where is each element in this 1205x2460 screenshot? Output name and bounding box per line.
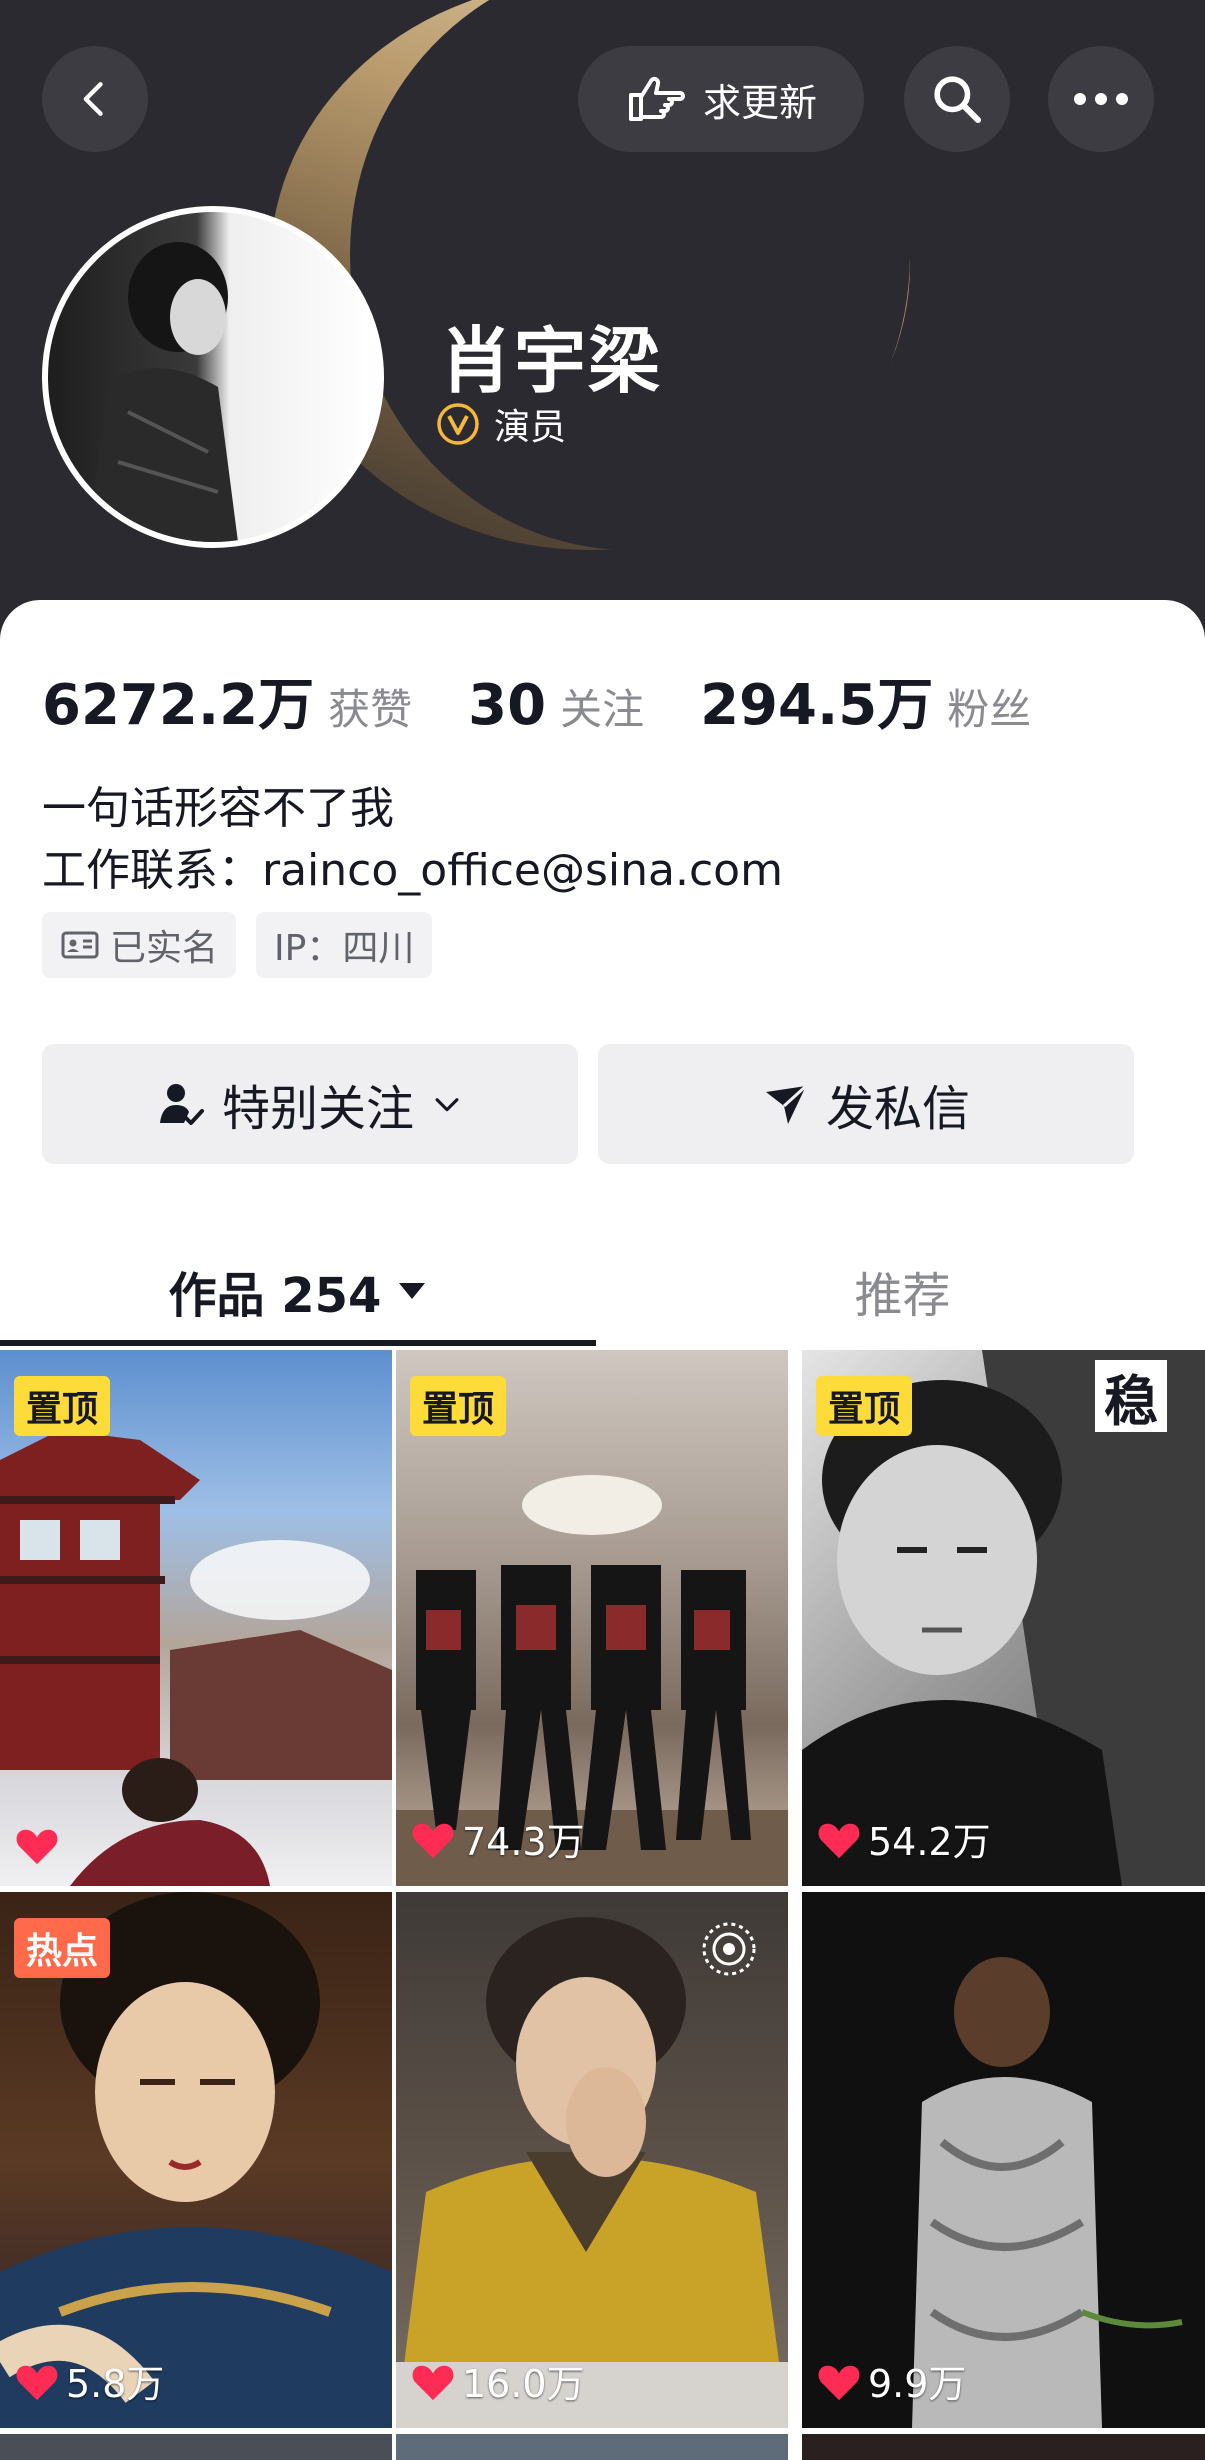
bio-line-1: 一句话形容不了我 (42, 783, 394, 834)
heart-icon (16, 2365, 58, 2400)
heart-icon (818, 1823, 860, 1858)
search-button[interactable] (904, 46, 1010, 152)
send-message-label: 发私信 (825, 1081, 970, 1137)
video-tile[interactable] (802, 2434, 1205, 2460)
verification-label: 演员 (494, 407, 567, 448)
ip-tag: IP：四川 (256, 912, 433, 978)
like-count-value: 5.8万 (66, 2362, 165, 2406)
request-update-button[interactable]: 求更新 (578, 46, 864, 152)
video-thumbnail (912, 1957, 1183, 2428)
avatar-figure (88, 242, 238, 542)
like-count-value: 16.0万 (462, 2362, 585, 2406)
avatar[interactable] (42, 206, 384, 548)
video-tile[interactable] (0, 2434, 392, 2460)
video-tile[interactable]: 置顶 稳 54.2万 (802, 1350, 1205, 1886)
pinned-badge: 置顶 (410, 1376, 507, 1436)
like-count: 9.9万 (816, 2353, 966, 2408)
id-card-icon (61, 931, 99, 959)
ip-label: IP：四川 (274, 928, 415, 969)
heart-icon (412, 1823, 454, 1858)
like-count-value: 74.3万 (462, 1820, 585, 1864)
followers-label[interactable]: 粉丝 (947, 676, 1031, 737)
video-tile[interactable]: 置顶 (0, 1350, 392, 1886)
heart-icon (16, 1829, 58, 1865)
trending-badge: 热点 (14, 1918, 111, 1978)
video-tile[interactable]: 9.9万 (802, 1892, 1205, 2428)
verified-v-icon (437, 403, 479, 445)
tab-recommend[interactable]: 推荐 (600, 1232, 1205, 1350)
video-tile[interactable]: 置顶 74.3万 (396, 1350, 788, 1886)
likes-count: 6272.2万 (42, 673, 315, 738)
verification-badge: 演员 (436, 398, 566, 450)
video-tile[interactable]: 16.0万 (396, 1892, 788, 2428)
like-count-value: 54.2万 (868, 1820, 991, 1864)
send-message-button[interactable]: 发私信 (598, 1044, 1134, 1164)
profile-name: 肖宇梁 (440, 319, 663, 403)
caret-down-icon (399, 1283, 426, 1299)
back-button[interactable] (42, 46, 148, 152)
stable-corner-mark: 稳 (1095, 1360, 1167, 1433)
content-tabs: 作品 254 推荐 (0, 1232, 1205, 1350)
following-count[interactable]: 30 (468, 673, 546, 738)
chevron-left-icon (83, 82, 103, 116)
profile-page: 求更新 肖宇梁 演员 6272.2万 获赞 30 关注 294.5万 粉丝 一句… (0, 0, 1205, 2460)
like-count: 5.8万 (14, 2353, 164, 2408)
request-update-label: 求更新 (702, 80, 817, 125)
heart-icon (818, 2365, 860, 2400)
video-tile[interactable] (396, 2434, 788, 2460)
pointing-hand-icon (628, 76, 685, 121)
pinned-badge: 置顶 (816, 1376, 913, 1436)
stats-row: 6272.2万 获赞 30 关注 294.5万 粉丝 (42, 660, 1087, 741)
like-count: 54.2万 (816, 1811, 991, 1866)
chevron-down-icon (435, 1098, 459, 1112)
paper-plane-icon (765, 1084, 807, 1124)
live-broadcast-icon (702, 1922, 756, 1976)
more-horizontal-icon (1074, 93, 1128, 105)
active-tab-indicator (0, 1340, 596, 1346)
search-icon (934, 76, 982, 124)
tab-recommend-label: 推荐 (854, 1268, 951, 1324)
like-count (14, 1824, 66, 1866)
following-label[interactable]: 关注 (560, 676, 644, 737)
bio: 一句话形容不了我 工作联系：rainco_office@sina.com (42, 778, 783, 902)
more-button[interactable] (1048, 46, 1154, 152)
heart-icon (412, 2365, 454, 2400)
special-follow-button[interactable]: 特别关注 (42, 1044, 578, 1164)
like-count: 16.0万 (410, 2353, 585, 2408)
like-count-value: 9.9万 (868, 2362, 967, 2406)
real-name-tag: 已实名 (42, 912, 237, 978)
profile-header: 求更新 肖宇梁 演员 (0, 0, 1205, 640)
profile-tags: 已实名 IP：四川 (42, 912, 433, 978)
video-tile[interactable]: 热点 5.8万 (0, 1892, 392, 2428)
tab-works-label: 作品 254 (168, 1268, 382, 1324)
like-count: 74.3万 (410, 1811, 585, 1866)
user-check-icon (159, 1084, 204, 1125)
special-follow-label: 特别关注 (221, 1081, 414, 1137)
real-name-label: 已实名 (110, 928, 219, 969)
tab-works[interactable]: 作品 254 (0, 1232, 596, 1350)
followers-count[interactable]: 294.5万 (700, 660, 933, 741)
pinned-badge: 置顶 (14, 1376, 111, 1436)
likes-label: 获赞 (328, 685, 413, 734)
bio-line-2: 工作联系：rainco_office@sina.com (42, 845, 783, 896)
